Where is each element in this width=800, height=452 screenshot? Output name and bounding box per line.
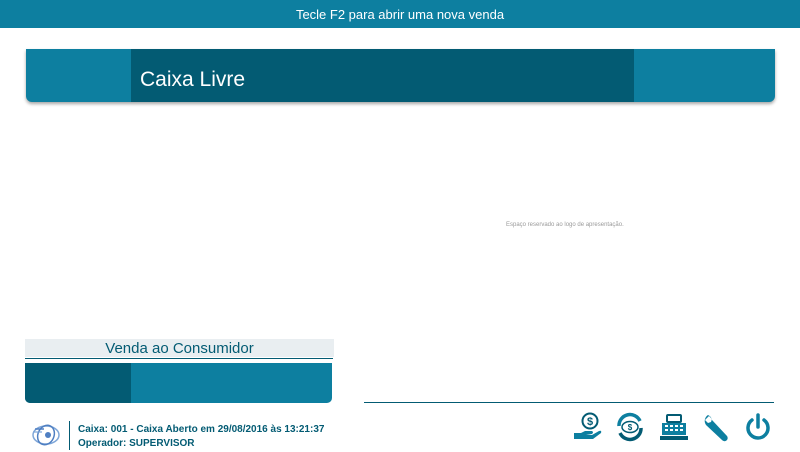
sale-info-box-dark-section xyxy=(25,363,131,403)
footer-separator xyxy=(69,421,70,450)
sale-title-divider xyxy=(25,358,333,359)
cash-register-button[interactable] xyxy=(658,411,690,443)
operador-value: SUPERVISOR xyxy=(129,438,195,449)
svg-text:$: $ xyxy=(587,416,593,428)
top-hint-bar: Tecle F2 para abrir uma nova venda xyxy=(0,0,800,28)
sale-type-title: Venda ao Consumidor xyxy=(25,339,334,357)
status-panel: Caixa Livre xyxy=(26,49,775,102)
operador-label: Operador: xyxy=(78,438,127,449)
wrench-icon xyxy=(704,415,728,442)
logo-placeholder-text: Espaço reservado ao logo de apresentação… xyxy=(506,222,624,228)
caixa-label: Caixa: xyxy=(78,424,109,435)
svg-text:$: $ xyxy=(628,423,633,432)
money-exchange-button[interactable]: $ xyxy=(614,411,646,443)
operador-info: Operador: SUPERVISOR xyxy=(78,438,195,449)
power-icon xyxy=(746,413,770,440)
sale-info-box xyxy=(25,363,332,403)
status-title: Caixa Livre xyxy=(140,68,246,91)
money-hand-button[interactable]: $ xyxy=(572,411,604,443)
caixa-info: Caixa: 001 - Caixa Aberto em 29/08/2016 … xyxy=(78,424,324,435)
cash-register-icon xyxy=(660,414,688,440)
toolbar-divider xyxy=(364,402,774,403)
caixa-value: 001 - Caixa Aberto em 29/08/2016 às 13:2… xyxy=(110,424,325,435)
money-hand-icon: $ xyxy=(574,412,602,439)
money-exchange-icon: $ xyxy=(617,412,643,442)
settings-wrench-button[interactable] xyxy=(700,411,732,443)
status-inner-panel: Caixa Livre xyxy=(131,49,634,102)
power-button[interactable] xyxy=(742,411,774,443)
company-logo-icon xyxy=(30,422,60,447)
new-sale-hint: Tecle F2 para abrir uma nova venda xyxy=(295,6,505,22)
sale-type-label: Venda ao Consumidor xyxy=(105,339,254,357)
